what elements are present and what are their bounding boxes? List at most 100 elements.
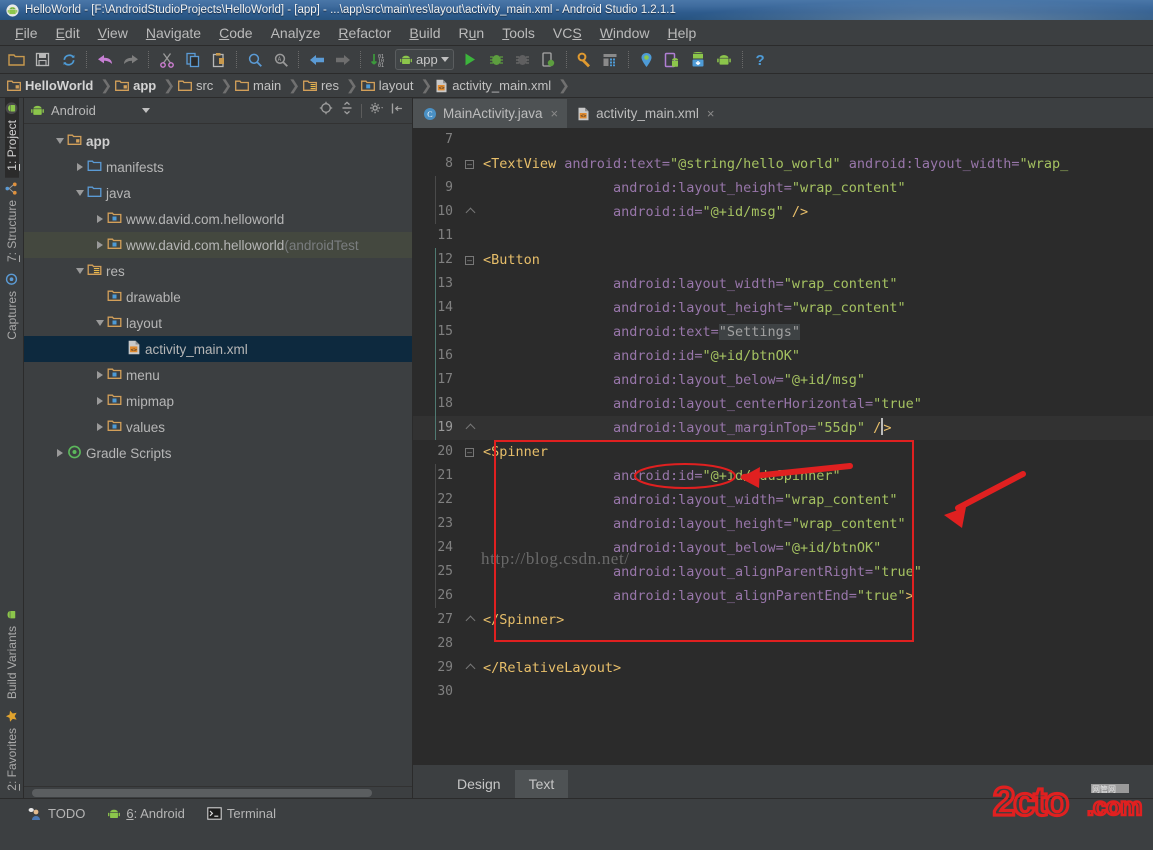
menu-code[interactable]: Code bbox=[210, 23, 261, 43]
fold-gutter[interactable] bbox=[461, 224, 479, 248]
coverage-icon[interactable] bbox=[510, 48, 535, 72]
fold-gutter[interactable] bbox=[461, 344, 479, 368]
menu-view[interactable]: View bbox=[89, 23, 137, 43]
fold-gutter[interactable] bbox=[461, 392, 479, 416]
redo-icon[interactable] bbox=[118, 48, 143, 72]
copy-icon[interactable] bbox=[180, 48, 205, 72]
menu-run[interactable]: Run bbox=[449, 23, 493, 43]
editor-tab-mainactivity-java[interactable]: C MainActivity.java × bbox=[413, 99, 567, 128]
menu-navigate[interactable]: Navigate bbox=[137, 23, 210, 43]
code-line[interactable]: 23 android:layout_height="wrap_content" bbox=[413, 512, 1153, 536]
fold-end-marker[interactable] bbox=[465, 664, 474, 673]
tree-node-res[interactable]: res bbox=[24, 258, 412, 284]
twisty-right-icon[interactable] bbox=[72, 163, 87, 171]
undo-icon[interactable] bbox=[92, 48, 117, 72]
fold-gutter[interactable] bbox=[461, 632, 479, 656]
twisty-down-icon[interactable] bbox=[92, 320, 107, 326]
menu-window[interactable]: Window bbox=[591, 23, 659, 43]
fold-gutter[interactable] bbox=[461, 536, 479, 560]
run-configuration-selector[interactable]: app bbox=[395, 49, 454, 70]
help-icon[interactable]: ? bbox=[748, 48, 773, 72]
tab-design[interactable]: Design bbox=[443, 770, 515, 798]
sidebar-tab-project[interactable]: 1: Project bbox=[5, 98, 19, 178]
twisty-right-icon[interactable] bbox=[92, 215, 107, 223]
twisty-right-icon[interactable] bbox=[92, 371, 107, 379]
tree-node-mipmap[interactable]: mipmap bbox=[24, 388, 412, 414]
breadcrumb-item-app[interactable]: app bbox=[113, 78, 162, 93]
layout-inspector-icon[interactable] bbox=[634, 48, 659, 72]
forward-icon[interactable] bbox=[330, 48, 355, 72]
fold-gutter[interactable] bbox=[461, 560, 479, 584]
breadcrumb-item-res[interactable]: res bbox=[301, 78, 345, 93]
menu-build[interactable]: Build bbox=[400, 23, 449, 43]
fold-gutter[interactable] bbox=[461, 296, 479, 320]
fold-gutter[interactable] bbox=[461, 680, 479, 704]
fold-gutter[interactable] bbox=[461, 464, 479, 488]
close-icon[interactable]: × bbox=[707, 106, 715, 121]
tree-node-menu[interactable]: menu bbox=[24, 362, 412, 388]
settings-gear-icon[interactable] bbox=[369, 101, 384, 120]
collapse-all-icon[interactable] bbox=[340, 101, 354, 120]
tree-node-manifests[interactable]: manifests bbox=[24, 154, 412, 180]
back-icon[interactable] bbox=[304, 48, 329, 72]
tree-node-layout[interactable]: layout bbox=[24, 310, 412, 336]
code-line[interactable]: 30 bbox=[413, 680, 1153, 704]
editor-tab-activity-main-xml[interactable]: <> activity_main.xml × bbox=[567, 99, 723, 128]
fold-collapse-icon[interactable] bbox=[465, 448, 474, 457]
tree-node-package-main[interactable]: www.david.com.helloworld bbox=[24, 206, 412, 232]
code-line[interactable]: 14 android:layout_height="wrap_content" bbox=[413, 296, 1153, 320]
device-monitor-icon[interactable] bbox=[660, 48, 685, 72]
tree-node-activity-main-xml[interactable]: <> activity_main.xml bbox=[24, 336, 412, 362]
fold-gutter[interactable] bbox=[461, 656, 479, 680]
menu-analyze[interactable]: Analyze bbox=[262, 23, 330, 43]
fold-end-marker[interactable] bbox=[465, 616, 474, 625]
breadcrumb-item-helloworld[interactable]: HelloWorld bbox=[5, 78, 99, 93]
code-line[interactable]: 25 android:layout_alignParentRight="true… bbox=[413, 560, 1153, 584]
avd-manager-icon[interactable] bbox=[598, 48, 623, 72]
fold-collapse-icon[interactable] bbox=[465, 256, 474, 265]
code-line[interactable]: 10 android:id="@+id/msg" /> bbox=[413, 200, 1153, 224]
tree-node-values[interactable]: values bbox=[24, 414, 412, 440]
sync-refresh-icon[interactable] bbox=[56, 48, 81, 72]
fold-gutter[interactable] bbox=[461, 320, 479, 344]
toggle-bookmark-icon[interactable]: 011001 bbox=[366, 48, 391, 72]
code-line[interactable]: 24 android:layout_below="@+id/btnOK" bbox=[413, 536, 1153, 560]
menu-tools[interactable]: Tools bbox=[493, 23, 544, 43]
code-line[interactable]: 13 android:layout_width="wrap_content" bbox=[413, 272, 1153, 296]
menu-refactor[interactable]: Refactor bbox=[329, 23, 400, 43]
breadcrumb-item-src[interactable]: src bbox=[176, 78, 219, 93]
code-line[interactable]: 28 bbox=[413, 632, 1153, 656]
project-tree[interactable]: app manifests java bbox=[24, 124, 412, 786]
replace-icon[interactable]: A bbox=[268, 48, 293, 72]
twisty-down-icon[interactable] bbox=[72, 190, 87, 196]
sidebar-tab-build-variants[interactable]: Build Variants bbox=[5, 604, 19, 706]
code-line[interactable]: 27</Spinner> bbox=[413, 608, 1153, 632]
debug-icon[interactable] bbox=[484, 48, 509, 72]
twisty-right-icon[interactable] bbox=[92, 423, 107, 431]
fold-collapse-icon[interactable] bbox=[465, 160, 474, 169]
project-horizontal-scrollbar[interactable] bbox=[24, 786, 412, 798]
breadcrumb-item-activity-main-xml[interactable]: <> activity_main.xml bbox=[433, 78, 557, 93]
menu-file[interactable]: File bbox=[6, 23, 47, 43]
breadcrumb-item-layout[interactable]: layout bbox=[359, 78, 420, 93]
fold-gutter[interactable] bbox=[461, 200, 479, 224]
code-line[interactable]: 15 android:text="Settings" bbox=[413, 320, 1153, 344]
open-folder-icon[interactable] bbox=[4, 48, 29, 72]
fold-gutter[interactable] bbox=[461, 488, 479, 512]
code-line[interactable]: 20<Spinner bbox=[413, 440, 1153, 464]
save-all-icon[interactable] bbox=[30, 48, 55, 72]
tree-node-java[interactable]: java bbox=[24, 180, 412, 206]
twisty-right-icon[interactable] bbox=[92, 397, 107, 405]
code-line[interactable]: 11 bbox=[413, 224, 1153, 248]
code-line[interactable]: 9 android:layout_height="wrap_content" bbox=[413, 176, 1153, 200]
twisty-down-icon[interactable] bbox=[72, 268, 87, 274]
target-icon[interactable] bbox=[319, 101, 333, 120]
twisty-down-icon[interactable] bbox=[52, 138, 67, 144]
fold-gutter[interactable] bbox=[461, 368, 479, 392]
code-line[interactable]: 18 android:layout_centerHorizontal="true… bbox=[413, 392, 1153, 416]
twisty-right-icon[interactable] bbox=[52, 449, 67, 457]
twisty-right-icon[interactable] bbox=[92, 241, 107, 249]
sync-gradle-icon[interactable] bbox=[686, 48, 711, 72]
fold-end-marker[interactable] bbox=[465, 208, 474, 217]
fold-gutter[interactable] bbox=[461, 176, 479, 200]
